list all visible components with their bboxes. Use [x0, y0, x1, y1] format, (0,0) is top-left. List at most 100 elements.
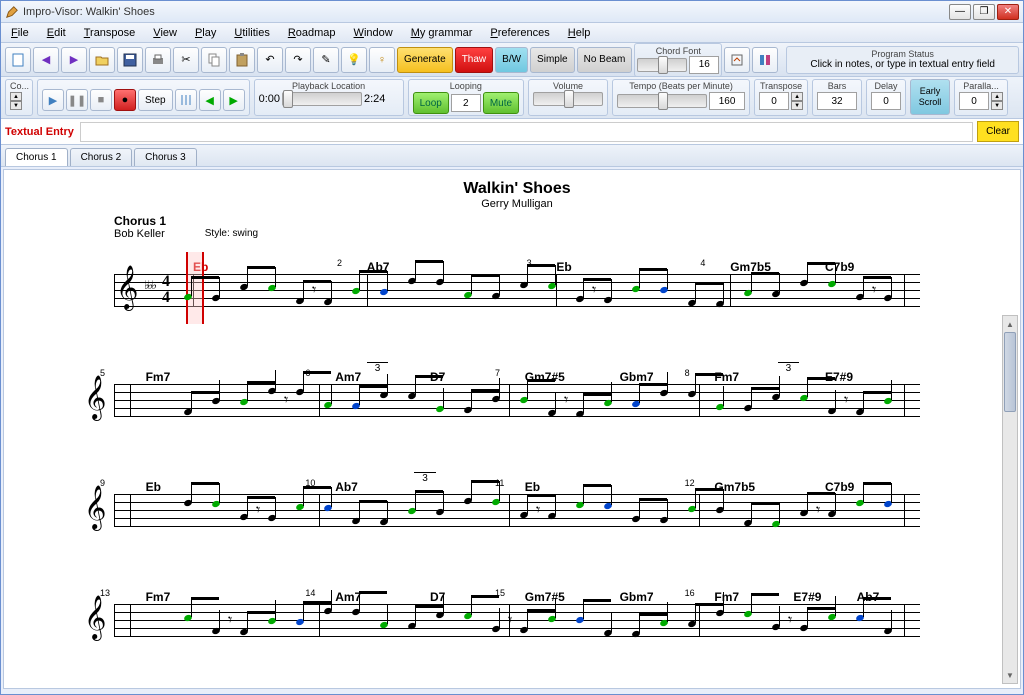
chord-symbol[interactable]: Gm7#5: [525, 590, 565, 604]
thaw-button[interactable]: Thaw: [455, 47, 493, 73]
scrollbar-thumb[interactable]: [1004, 332, 1016, 412]
close-button[interactable]: ✕: [997, 4, 1019, 20]
loop-value[interactable]: 2: [451, 94, 481, 112]
next-button[interactable]: ▶: [61, 47, 87, 73]
chord-symbol[interactable]: Am7: [335, 370, 361, 384]
clear-button[interactable]: Clear: [977, 121, 1019, 142]
sheet-area[interactable]: Walkin' Shoes Gerry Mulligan Chorus 1 Bo…: [3, 169, 1021, 689]
menu-window[interactable]: Window: [350, 25, 397, 41]
loop-button[interactable]: Loop: [413, 92, 449, 114]
tempo-slider[interactable]: [617, 94, 707, 108]
copy-button[interactable]: [201, 47, 227, 73]
mute-button[interactable]: Mute: [483, 92, 519, 114]
tool-b-button[interactable]: [752, 47, 778, 73]
mixer-button[interactable]: [175, 89, 197, 111]
note-stem: [443, 388, 444, 408]
vertical-scrollbar[interactable]: ▲ ▼: [1002, 315, 1018, 684]
menu-help[interactable]: Help: [564, 25, 595, 41]
pencil-button[interactable]: ✎: [313, 47, 339, 73]
beam: [303, 601, 331, 604]
rest: 𝄾: [816, 502, 820, 520]
generate-button[interactable]: Generate: [397, 47, 453, 73]
bars-value[interactable]: 32: [817, 92, 857, 110]
chord-symbol[interactable]: Eb: [556, 260, 571, 274]
chord-symbol[interactable]: Gbm7: [620, 590, 654, 604]
beam: [415, 605, 443, 608]
note-stem: [555, 392, 556, 412]
note-stem: [499, 608, 500, 628]
menu-transpose[interactable]: Transpose: [80, 25, 140, 41]
chordfont-value[interactable]: 16: [689, 56, 719, 74]
nobeam-button[interactable]: No Beam: [577, 47, 633, 73]
note-stem: [303, 371, 304, 391]
play-button[interactable]: ▶: [42, 89, 64, 111]
volume-slider[interactable]: [533, 92, 603, 106]
chord-symbol[interactable]: Fm7: [146, 590, 171, 604]
forward-button[interactable]: ▶: [223, 89, 245, 111]
chord-symbol[interactable]: Gbm7: [620, 370, 654, 384]
note-stem: [219, 277, 220, 297]
menu-roadmap[interactable]: Roadmap: [284, 25, 340, 41]
menu-edit[interactable]: Edit: [43, 25, 70, 41]
record-button[interactable]: ●: [114, 89, 136, 111]
chord-symbol[interactable]: E7#9: [793, 590, 821, 604]
menu-view[interactable]: View: [149, 25, 181, 41]
cut-button[interactable]: ✂: [173, 47, 199, 73]
chord-symbol[interactable]: Fm7: [146, 370, 171, 384]
menu-preferences[interactable]: Preferences: [486, 25, 553, 41]
chord-symbol[interactable]: Am7: [335, 590, 361, 604]
undo-button[interactable]: ↶: [257, 47, 283, 73]
chord-symbol[interactable]: Gm7b5: [714, 480, 755, 494]
idea-button[interactable]: 💡: [341, 47, 367, 73]
rest: 𝄾: [788, 612, 792, 630]
note-stem: [583, 393, 584, 413]
delay-value[interactable]: 0: [871, 92, 901, 110]
new-button[interactable]: [5, 47, 31, 73]
textual-entry-input[interactable]: [80, 122, 973, 142]
tab-chorus2[interactable]: Chorus 2: [70, 148, 133, 166]
note-stem: [611, 612, 612, 632]
minimize-button[interactable]: —: [949, 4, 971, 20]
tab-chorus1[interactable]: Chorus 1: [5, 148, 68, 166]
note-stem: [471, 274, 472, 294]
bw-button[interactable]: B/W: [495, 47, 528, 73]
maximize-button[interactable]: ❐: [973, 4, 995, 20]
staff-line: Fm7Am7D7Gm7#5Gbm7Fm7E7#9Ab713141516𝄞𝄾𝄾𝄾: [114, 590, 920, 680]
transpose-spinner[interactable]: ▲▼: [791, 92, 803, 110]
chordfont-slider[interactable]: [637, 58, 687, 72]
open-button[interactable]: [89, 47, 115, 73]
stop-button[interactable]: ■: [90, 89, 112, 111]
menu-utilities[interactable]: Utilities: [230, 25, 273, 41]
chord-symbol[interactable]: Eb: [146, 480, 161, 494]
chord-symbol[interactable]: Eb: [525, 480, 540, 494]
early-scroll-button[interactable]: Early Scroll: [910, 79, 950, 115]
chord-symbol[interactable]: Fm7: [714, 590, 739, 604]
simple-button[interactable]: Simple: [530, 47, 575, 73]
notes-layer: 𝄾𝄾𝄾: [114, 604, 920, 636]
step-button[interactable]: Step: [138, 89, 173, 111]
note-stem: [751, 502, 752, 522]
print-button[interactable]: [145, 47, 171, 73]
note-stem: [303, 601, 304, 621]
rewind-button[interactable]: ◀: [199, 89, 221, 111]
hint-button[interactable]: ♀: [369, 47, 395, 73]
playback-slider[interactable]: [282, 92, 362, 106]
menu-file[interactable]: File: [7, 25, 33, 41]
tempo-value[interactable]: 160: [709, 92, 745, 110]
note-stem: [499, 481, 500, 501]
tab-chorus3[interactable]: Chorus 3: [134, 148, 197, 166]
note-stem: [527, 379, 528, 399]
co-spinner[interactable]: ▲▼: [10, 92, 22, 110]
transpose-value[interactable]: 0: [759, 92, 789, 110]
menu-play[interactable]: Play: [191, 25, 220, 41]
save-button[interactable]: [117, 47, 143, 73]
prev-button[interactable]: ◀: [33, 47, 59, 73]
redo-button[interactable]: ↷: [285, 47, 311, 73]
parallax-spinner[interactable]: ▲▼: [991, 92, 1003, 110]
parallax-value[interactable]: 0: [959, 92, 989, 110]
pause-button[interactable]: ❚❚: [66, 89, 88, 111]
paste-button[interactable]: [229, 47, 255, 73]
menu-mygrammar[interactable]: My grammar: [407, 25, 477, 41]
tool-a-button[interactable]: [724, 47, 750, 73]
chord-symbol[interactable]: Ab7: [335, 480, 358, 494]
